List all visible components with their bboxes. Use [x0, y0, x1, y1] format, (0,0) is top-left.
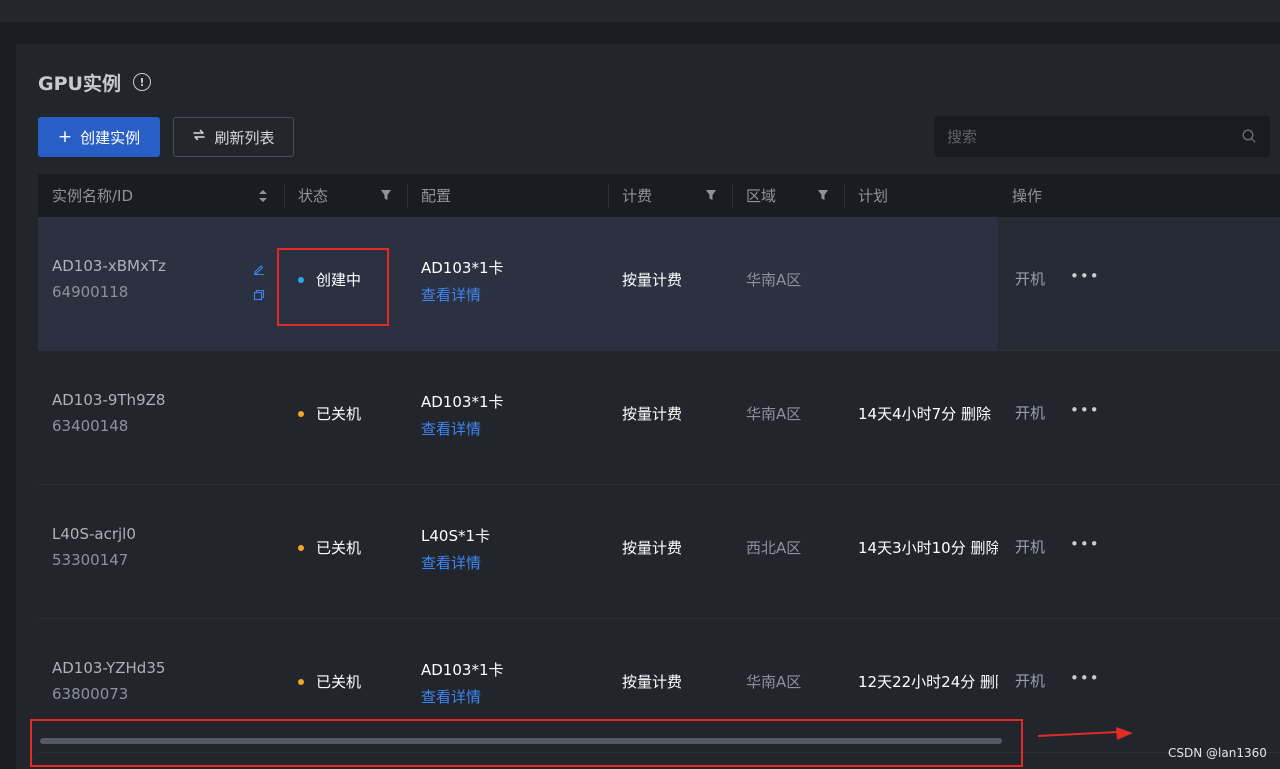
- column-divider: [407, 184, 408, 208]
- table-row[interactable]: AD103-xBMxTz 64900118 创建中 AD103*1卡 查看详情 …: [38, 217, 1280, 351]
- plan: 12天22小时24分 删除: [858, 673, 998, 691]
- instance-id: 63400148: [52, 417, 129, 435]
- status-dot: [298, 678, 304, 685]
- status-label: 已关机: [316, 539, 362, 557]
- create-instance-button[interactable]: + 创建实例: [38, 117, 160, 157]
- billing-type: 按量计费: [622, 271, 683, 289]
- column-divider: [284, 184, 285, 208]
- power-on-button[interactable]: 开机: [1015, 268, 1045, 289]
- status-badge: 已关机: [298, 537, 361, 558]
- billing-type: 按量计费: [622, 673, 683, 691]
- filter-icon[interactable]: [380, 188, 392, 202]
- region: 西北A区: [746, 539, 802, 557]
- instance-config: AD103*1卡: [421, 259, 504, 277]
- instance-name: AD103-xBMxTz: [52, 257, 166, 275]
- view-details-link[interactable]: 查看详情: [421, 418, 481, 439]
- table-header: 实例名称/ID 状态 配置 计费 区域 计划 操作: [38, 174, 1280, 217]
- power-on-button[interactable]: 开机: [1015, 536, 1045, 557]
- row-actions: 开机 •••: [998, 485, 1280, 618]
- column-status: 状态: [298, 187, 329, 205]
- column-billing: 计费: [622, 187, 653, 205]
- billing-type: 按量计费: [622, 405, 683, 423]
- column-name-id: 实例名称/ID: [52, 187, 134, 205]
- view-details-link[interactable]: 查看详情: [421, 552, 481, 573]
- region: 华南A区: [746, 673, 802, 691]
- table-row[interactable]: AD103-9Th9Z8 63400148 已关机 AD103*1卡 查看详情 …: [38, 351, 1280, 485]
- refresh-list-button[interactable]: 刷新列表: [173, 117, 294, 157]
- instance-config: L40S*1卡: [421, 527, 491, 545]
- status-badge: 已关机: [298, 403, 361, 424]
- instance-id: 63800073: [52, 685, 129, 703]
- status-dot: [298, 544, 304, 551]
- refresh-list-label: 刷新列表: [214, 128, 275, 147]
- create-instance-label: 创建实例: [80, 128, 141, 147]
- power-on-button[interactable]: 开机: [1015, 402, 1045, 423]
- page-title: GPU实例: [38, 72, 121, 95]
- filter-icon[interactable]: [817, 188, 829, 202]
- instance-id: 53300147: [52, 551, 129, 569]
- more-icon[interactable]: •••: [1070, 669, 1100, 687]
- title-row: GPU实例 !: [38, 68, 151, 96]
- status-dot: [298, 410, 304, 417]
- sort-icon[interactable]: [257, 188, 269, 204]
- instance-config: AD103*1卡: [421, 661, 504, 679]
- status-badge: 已关机: [298, 671, 361, 692]
- more-icon[interactable]: •••: [1070, 267, 1100, 285]
- billing-type: 按量计费: [622, 539, 683, 557]
- region: 华南A区: [746, 271, 802, 289]
- filter-icon[interactable]: [705, 188, 717, 202]
- column-divider: [844, 184, 845, 208]
- status-label: 已关机: [316, 673, 362, 691]
- view-details-link[interactable]: 查看详情: [421, 284, 481, 305]
- instance-id: 64900118: [52, 283, 129, 301]
- column-actions: 操作: [1012, 187, 1043, 205]
- power-on-button[interactable]: 开机: [1015, 670, 1045, 691]
- status-label: 创建中: [316, 271, 362, 289]
- search-box[interactable]: [934, 116, 1270, 157]
- instance-name: AD103-9Th9Z8: [52, 391, 166, 409]
- region: 华南A区: [746, 405, 802, 423]
- watermark: CSDN @lan1360: [1168, 746, 1267, 760]
- table-row[interactable]: L40S-acrjl0 53300147 已关机 L40S*1卡 查看详情 按量…: [38, 485, 1280, 619]
- more-icon[interactable]: •••: [1070, 401, 1100, 419]
- copy-icon[interactable]: [253, 289, 265, 301]
- instance-name: L40S-acrjl0: [52, 525, 136, 543]
- instance-name: AD103-YZHd35: [52, 659, 166, 677]
- column-config: 配置: [421, 187, 452, 205]
- row-actions: 开机 •••: [998, 351, 1280, 484]
- plus-icon: +: [57, 126, 73, 147]
- status-label: 已关机: [316, 405, 362, 423]
- more-icon[interactable]: •••: [1070, 535, 1100, 553]
- annotation-arrow-icon: [1038, 727, 1133, 740]
- row-actions: 开机 •••: [998, 217, 1280, 350]
- top-bar: [0, 0, 1280, 22]
- column-divider: [732, 184, 733, 208]
- plan: 14天3小时10分 删除: [858, 539, 998, 557]
- edit-icon[interactable]: [253, 263, 265, 275]
- column-plan: 计划: [858, 187, 889, 205]
- status-dot: [298, 276, 304, 283]
- search-icon[interactable]: [1242, 129, 1256, 143]
- search-input[interactable]: [934, 127, 1224, 146]
- instance-table: 实例名称/ID 状态 配置 计费 区域 计划 操作 AD103-xBMxTz 6…: [38, 174, 1280, 753]
- column-divider: [608, 184, 609, 208]
- plan: 14天4小时7分 删除: [858, 405, 991, 423]
- info-icon[interactable]: !: [132, 73, 151, 91]
- horizontal-scrollbar[interactable]: [40, 738, 1002, 744]
- refresh-icon: [192, 128, 206, 146]
- status-badge: 创建中: [298, 269, 361, 290]
- instances-panel: GPU实例 ! + 创建实例 刷新列表 实例名称/ID 状态 配置 计费 区域: [16, 44, 1280, 769]
- view-details-link[interactable]: 查看详情: [421, 686, 481, 707]
- column-region: 区域: [746, 187, 777, 205]
- instance-config: AD103*1卡: [421, 393, 504, 411]
